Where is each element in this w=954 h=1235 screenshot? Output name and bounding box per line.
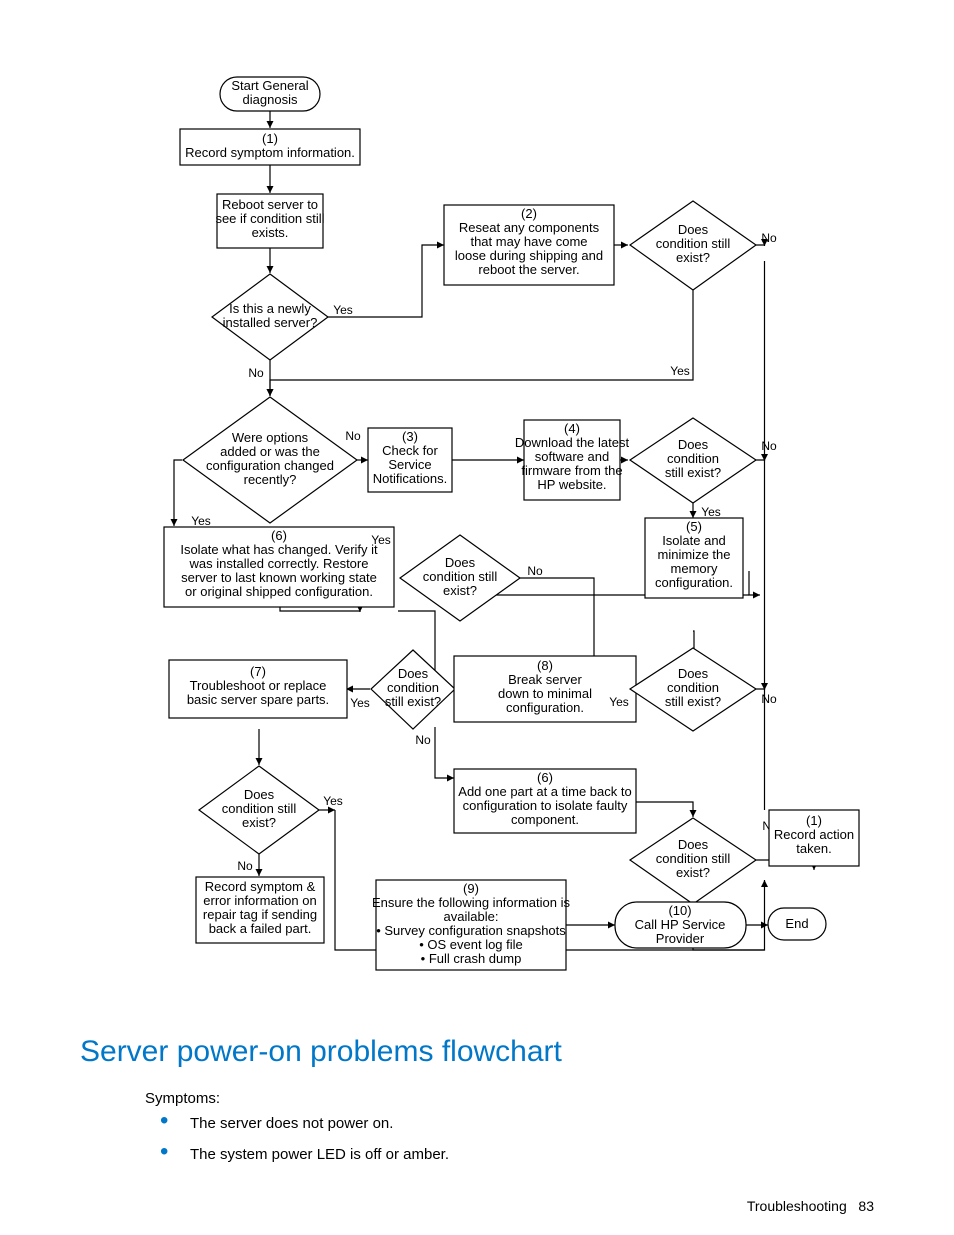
label-yes: Yes <box>609 695 629 709</box>
symptoms-list: The server does not power on. The system… <box>160 1115 449 1177</box>
section-heading: Server power-on problems flowchart <box>80 1035 562 1069</box>
label-yes: Yes <box>333 303 353 317</box>
label-yes: Yes <box>191 514 211 528</box>
decision-new-server: Is this a newlyinstalled server? <box>223 301 318 330</box>
label-no: No <box>527 564 543 578</box>
label-no: No <box>761 692 777 706</box>
label-yes: Yes <box>670 364 690 378</box>
footer-section: Troubleshooting <box>747 1198 847 1214</box>
label-no: No <box>761 231 777 245</box>
label-yes: Yes <box>701 505 721 519</box>
label-yes: Yes <box>323 794 343 808</box>
list-item: The server does not power on. <box>160 1115 449 1132</box>
record-symptom-node: Record symptom &error information onrepa… <box>203 879 317 936</box>
label-yes: Yes <box>371 533 391 547</box>
label-no: No <box>415 733 431 747</box>
end-node: End <box>785 916 808 931</box>
label-no: No <box>237 859 253 873</box>
list-item: The system power LED is off or amber. <box>160 1146 449 1163</box>
start-node: Start Generaldiagnosis <box>231 78 308 107</box>
label-yes: Yes <box>350 696 370 710</box>
footer-page: 83 <box>858 1198 874 1214</box>
symptoms-label: Symptoms: <box>145 1090 220 1107</box>
label-no: No <box>248 366 264 380</box>
label-no: No <box>345 429 361 443</box>
label-no: No <box>761 439 777 453</box>
